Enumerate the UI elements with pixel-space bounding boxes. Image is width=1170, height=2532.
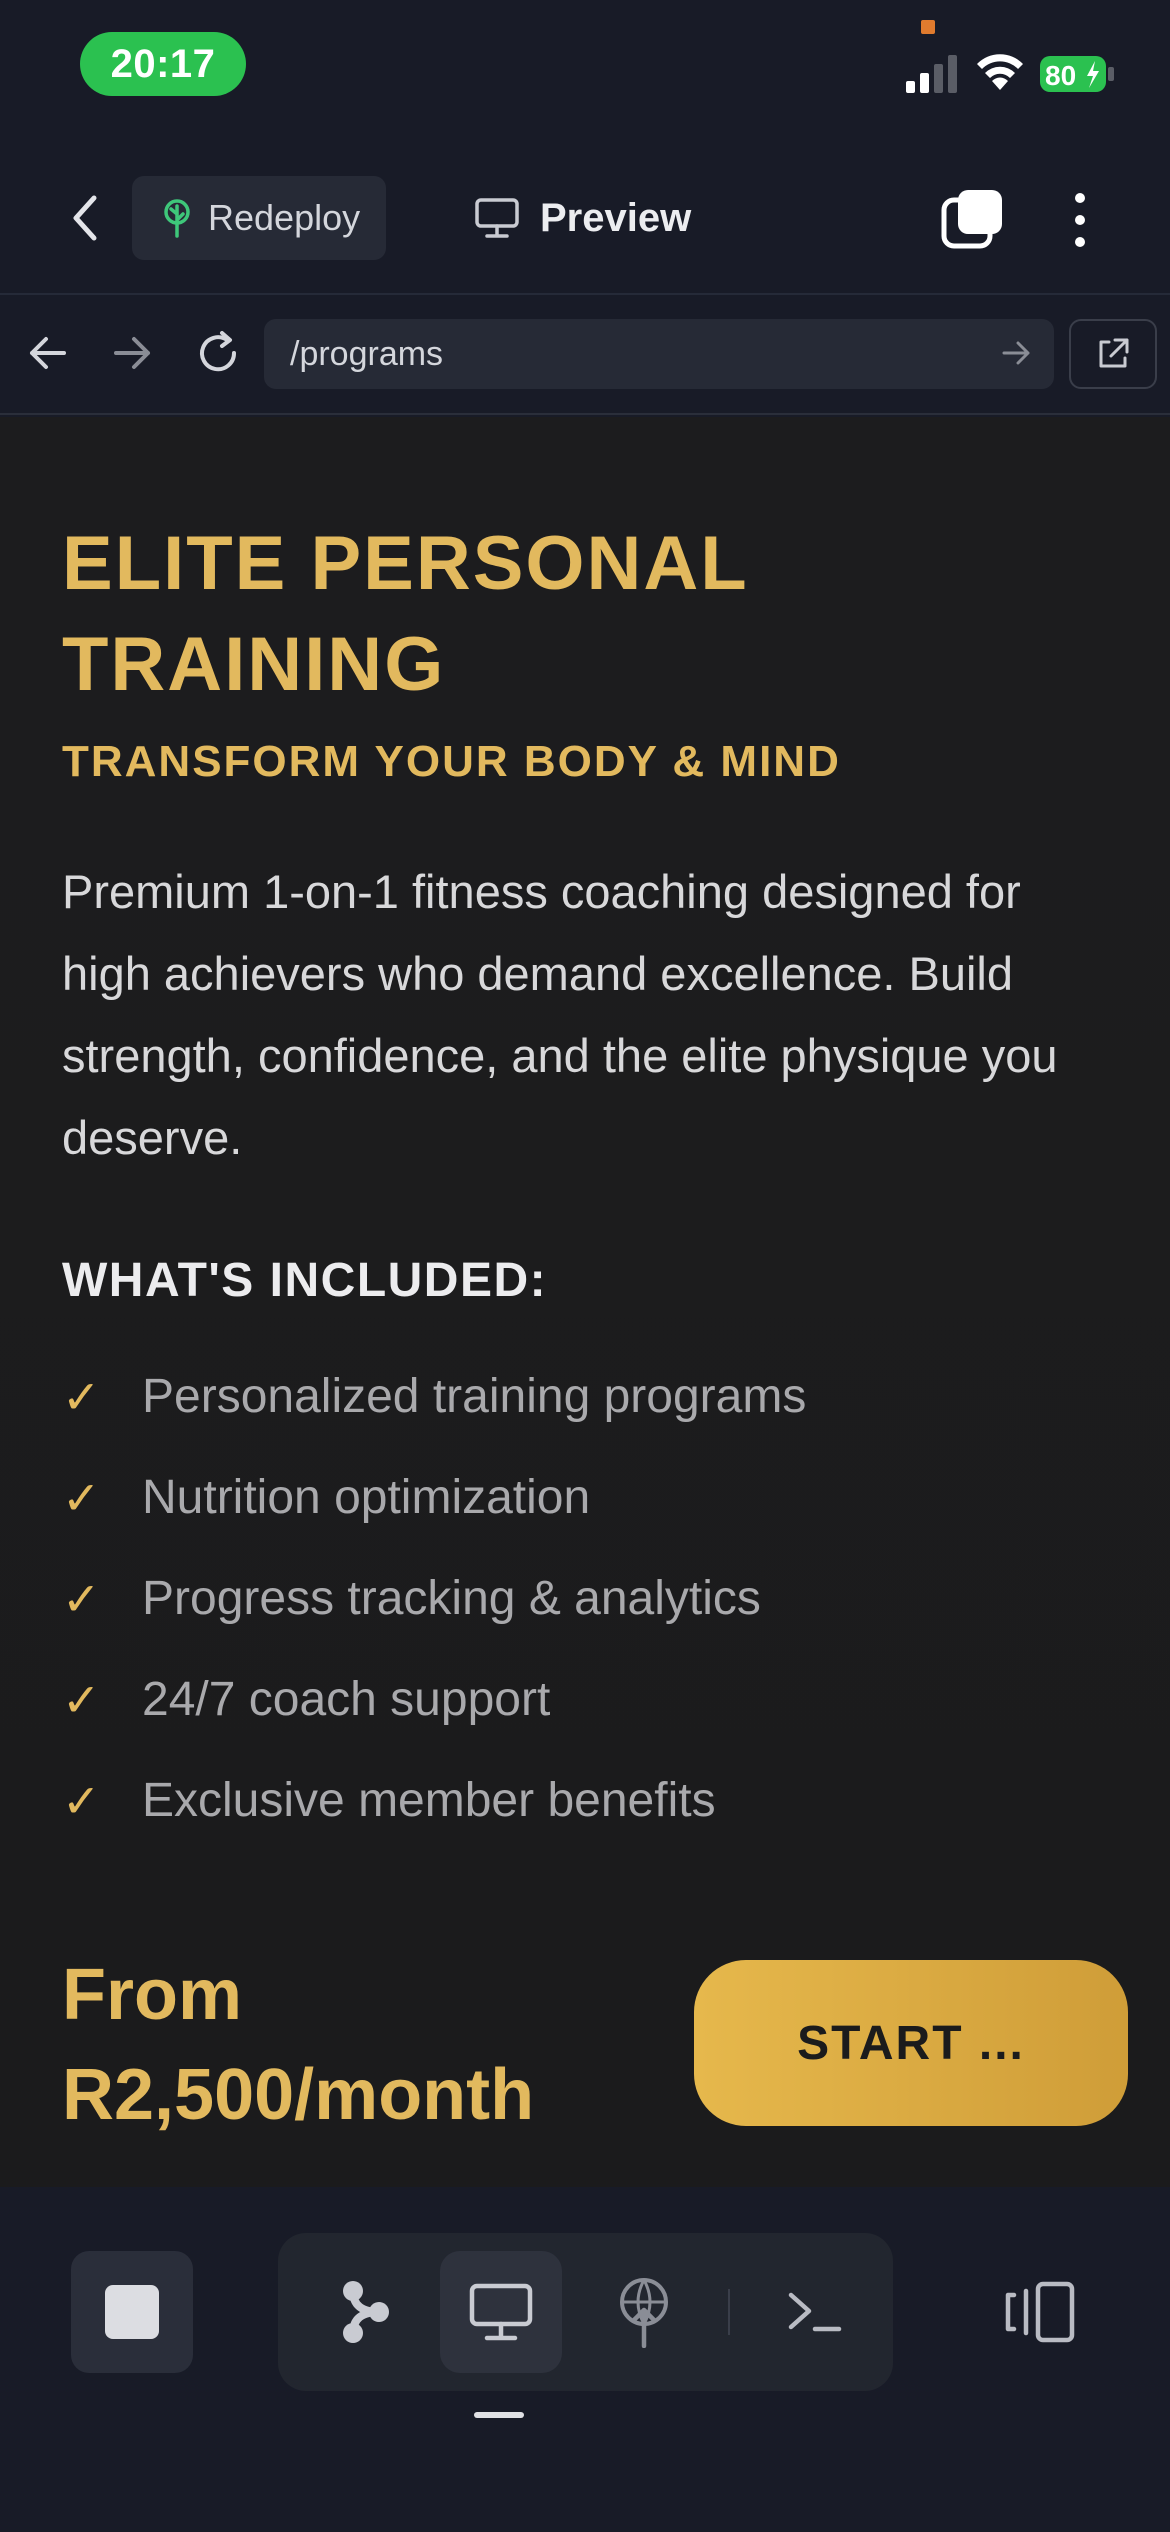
monitor-icon [469,2283,533,2341]
page-subtitle: TRANSFORM YOUR BODY & MIND [62,737,841,786]
page-description: Premium 1-on-1 fitness coaching designed… [62,865,1058,1164]
redeploy-label: Redeploy [208,197,361,238]
browser-bar: /programs [0,297,1170,415]
deploy-icon [620,2278,668,2348]
status-time: 20:17 [80,32,246,96]
terminal-tool-button[interactable] [754,2251,876,2373]
url-text: /programs [290,334,444,373]
arrow-left-icon [30,337,66,369]
stop-icon [105,2285,159,2339]
page-title: ELITE PERSONAL TRAINING [62,521,748,707]
browser-back-button[interactable] [20,325,76,381]
more-vertical-icon[interactable] [1060,188,1100,252]
reload-icon [200,331,237,372]
toolbar-divider [728,2289,730,2335]
chevron-left-icon [73,195,97,241]
feature-text: Exclusive member benefits [142,1774,716,1827]
check-icon: ✓ [62,1674,101,1726]
wifi-icon [977,54,1023,90]
panel-toggle-icon [1005,2281,1075,2343]
arrow-right-icon [114,337,150,369]
check-icon: ✓ [62,1573,101,1625]
price-label: From R2,500/month [62,1955,535,2135]
feature-text: 24/7 coach support [142,1673,551,1726]
preview-tool-button[interactable] [440,2251,562,2373]
check-icon: ✓ [62,1775,101,1827]
back-button[interactable] [60,188,110,248]
feature-item: ✓ 24/7 coach support [62,1672,1062,1773]
battery-level: 80 [1045,60,1076,91]
deploy-tool-button[interactable] [583,2251,705,2373]
start-cta-button[interactable]: START ... [694,1960,1128,2126]
feature-item: ✓ Progress tracking & analytics [62,1571,1062,1672]
redeploy-button[interactable]: Redeploy [132,176,386,260]
go-arrow-icon[interactable] [996,333,1036,373]
branch-icon [343,2281,389,2343]
feature-text: Personalized training programs [142,1370,807,1423]
external-link-icon [1099,338,1129,368]
home-indicator [474,2412,524,2418]
panel-toggle-button[interactable] [990,2251,1090,2373]
tabs-icon[interactable] [940,188,1004,252]
preview-tab[interactable]: Preview [474,176,734,260]
feature-list: ✓ Personalized training programs ✓ Nutri… [62,1369,1062,1874]
browser-forward-button[interactable] [104,325,160,381]
stop-button[interactable] [71,2251,193,2373]
status-bar: 20:17 80 [0,0,1170,130]
feature-text: Progress tracking & analytics [142,1572,761,1625]
privacy-indicator [921,20,935,34]
tool-group [278,2233,893,2391]
deploy-tree-icon [164,199,190,238]
preview-label: Preview [540,195,692,240]
signal-icon [906,55,957,93]
feature-item: ✓ Exclusive member benefits [62,1773,1062,1874]
feature-item: ✓ Personalized training programs [62,1369,1062,1470]
terminal-icon [788,2292,842,2332]
url-input[interactable]: /programs [264,319,1054,389]
branch-tool-button[interactable] [304,2251,426,2373]
check-icon: ✓ [62,1371,101,1423]
app-header: Redeploy Preview [0,130,1170,295]
open-external-button[interactable] [1069,319,1157,389]
monitor-icon [475,198,519,238]
feature-text: Nutrition optimization [142,1471,591,1524]
battery-icon: 80 [1040,56,1114,92]
bottom-toolbar [0,2187,1170,2532]
check-icon: ✓ [62,1472,101,1524]
web-preview: ELITE PERSONAL TRAINING TRANSFORM YOUR B… [0,417,1170,2187]
included-heading: WHAT'S INCLUDED: [62,1254,548,1307]
feature-item: ✓ Nutrition optimization [62,1470,1062,1571]
browser-reload-button[interactable] [190,325,246,381]
